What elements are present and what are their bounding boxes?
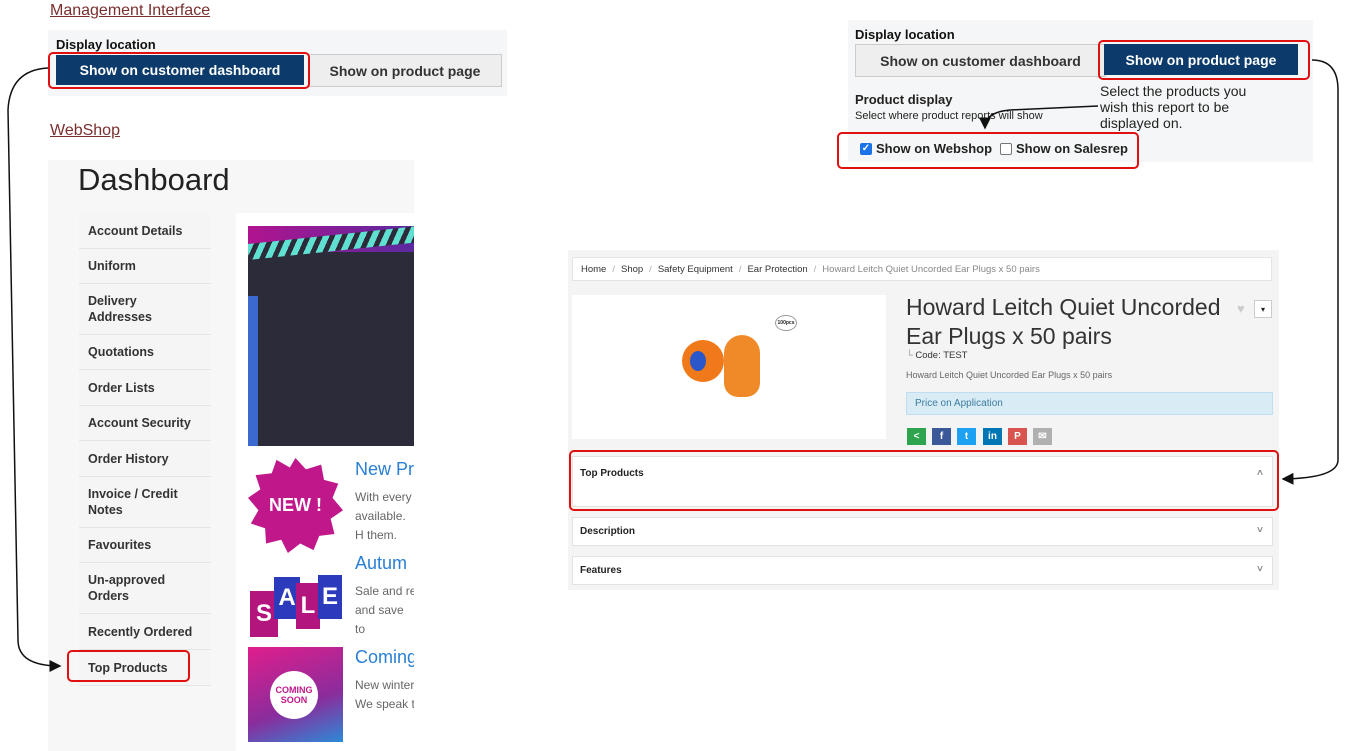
arrow-product-page-to-section [1281,59,1339,485]
connector-arrows [7,59,1339,672]
arrow-dashboard-to-top-products [7,67,62,672]
arrow-note-to-checkbox [979,105,1099,130]
